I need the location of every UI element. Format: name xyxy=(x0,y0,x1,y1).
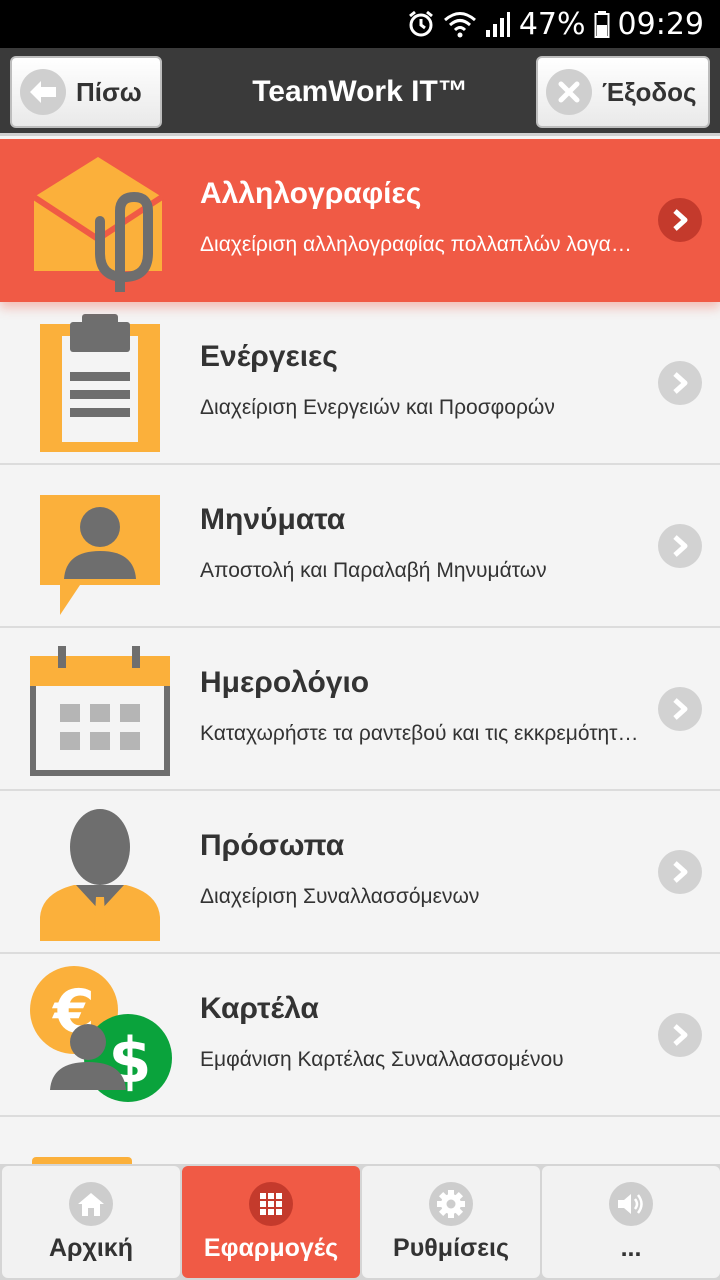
app-header: Πίσω TeamWork IT™ Έξοδος xyxy=(0,48,720,136)
chevron-right-icon xyxy=(658,361,702,405)
item-subtitle: Καταχωρήστε τα ραντεβού και τις εκκρεμότ… xyxy=(200,722,640,745)
page-title: TeamWork IT™ xyxy=(252,75,468,108)
grid-icon xyxy=(249,1182,293,1226)
arrow-left-icon xyxy=(20,69,66,115)
item-subtitle: Διαχείριση αλληλογραφίας πολλαπλών λογαρ… xyxy=(200,233,640,256)
item-title: Ημερολόγιο xyxy=(200,666,370,699)
person-icon xyxy=(26,801,176,944)
item-subtitle: Διαχείριση Συναλλασσόμενων xyxy=(200,885,480,908)
nav-label: ... xyxy=(620,1234,642,1262)
status-bar: 47% 09:29 xyxy=(0,0,720,48)
chevron-right-icon xyxy=(658,687,702,731)
nav-label: Εφαρμογές xyxy=(203,1234,339,1262)
nav-apps-button[interactable]: Εφαρμογές xyxy=(182,1166,360,1278)
app-list: Αλληλογραφίες Διαχείριση αλληλογραφίας π… xyxy=(0,139,720,1166)
item-title: Πρόσωπα xyxy=(200,829,345,862)
item-title: Ενέργειες xyxy=(200,340,338,373)
exit-button[interactable]: Έξοδος xyxy=(536,56,710,128)
home-icon xyxy=(69,1182,113,1226)
list-item-ledger[interactable]: € $ Καρτέλα Εμφάνιση Καρτέλας Συναλλασσο… xyxy=(0,954,720,1117)
item-title: Καρτέλα xyxy=(200,992,319,1025)
currency-person-icon: € $ xyxy=(26,964,176,1107)
calendar-icon xyxy=(26,638,176,781)
item-subtitle: Εμφάνιση Καρτέλας Συναλλασσομένου xyxy=(200,1048,564,1071)
close-icon xyxy=(546,69,592,115)
chevron-right-icon xyxy=(658,198,702,242)
list-item-calendar[interactable]: Ημερολόγιο Καταχωρήστε τα ραντεβού και τ… xyxy=(0,628,720,791)
nav-settings-button[interactable]: Ρυθμίσεις xyxy=(362,1166,540,1278)
list-item-actions[interactable]: Ενέργειες Διαχείριση Ενεργειών και Προσφ… xyxy=(0,302,720,465)
list-item-partial[interactable] xyxy=(0,1117,720,1166)
gear-icon xyxy=(429,1182,473,1226)
app-root: 47% 09:29 Πίσω TeamWork IT™ Έξοδος Αλληλ… xyxy=(0,0,720,1280)
signal-icon xyxy=(485,10,511,38)
status-icons: 47% 09:29 xyxy=(407,0,704,48)
mail-attachment-icon xyxy=(26,149,176,292)
battery-icon xyxy=(594,10,610,38)
back-button[interactable]: Πίσω xyxy=(10,56,162,128)
nav-more-button[interactable]: ... xyxy=(542,1166,720,1278)
chevron-right-icon xyxy=(658,850,702,894)
list-item-persons[interactable]: Πρόσωπα Διαχείριση Συναλλασσόμενων xyxy=(0,791,720,954)
alarm-icon xyxy=(407,10,435,38)
item-title: Μηνύματα xyxy=(200,503,346,536)
list-item-correspondence[interactable]: Αλληλογραφίες Διαχείριση αλληλογραφίας π… xyxy=(0,139,720,302)
back-label: Πίσω xyxy=(76,76,142,107)
nav-label: Αρχική xyxy=(48,1234,134,1262)
chevron-right-icon xyxy=(658,1013,702,1057)
message-person-icon xyxy=(26,475,176,618)
list-item-messages[interactable]: Μηνύματα Αποστολή και Παραλαβή Μηνυμάτων xyxy=(0,465,720,628)
wifi-icon xyxy=(443,10,477,38)
nav-label: Ρυθμίσεις xyxy=(393,1234,509,1262)
nav-home-button[interactable]: Αρχική xyxy=(2,1166,180,1278)
battery-percent: 47% xyxy=(518,6,586,42)
item-subtitle: Αποστολή και Παραλαβή Μηνυμάτων xyxy=(200,559,547,582)
speaker-icon xyxy=(609,1182,653,1226)
folder-icon xyxy=(26,1127,176,1166)
exit-label: Έξοδος xyxy=(602,76,697,107)
clipboard-icon xyxy=(26,312,176,455)
clock: 09:29 xyxy=(617,6,704,42)
item-title: Αλληλογραφίες xyxy=(200,177,422,210)
bottom-nav: Αρχική Εφαρμογές Ρυθμίσεις ... xyxy=(0,1164,720,1280)
item-subtitle: Διαχείριση Ενεργειών και Προσφορών xyxy=(200,396,555,419)
chevron-right-icon xyxy=(658,524,702,568)
